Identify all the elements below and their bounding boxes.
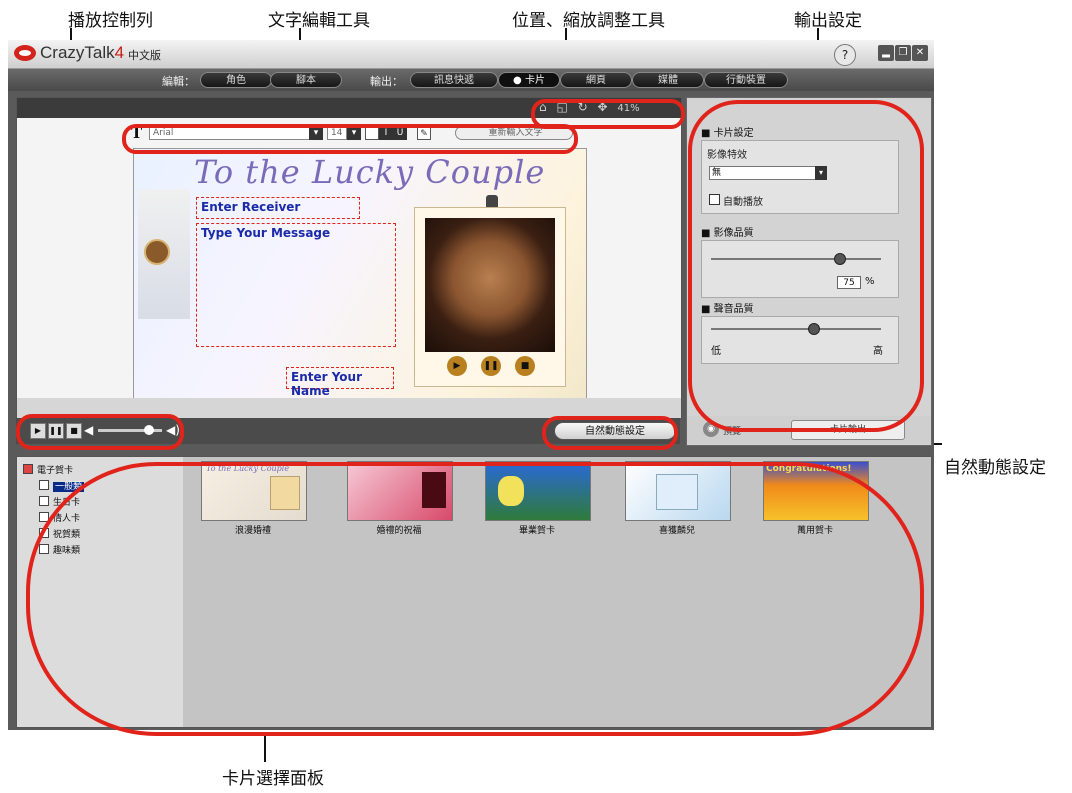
photo-frame: ▶ ❚❚ ■ — [414, 207, 566, 387]
ring-natural-motion — [542, 416, 678, 450]
annotation-playback-control: 播放控制列 — [68, 11, 153, 31]
restore-icon[interactable]: ❐ — [895, 45, 911, 61]
annotation-position-tools: 位置、縮放調整工具 — [512, 11, 665, 31]
message-field[interactable]: Type Your Message — [196, 223, 396, 347]
annotation-line-card-panel — [264, 734, 266, 762]
app-edition: 中文版 — [128, 49, 161, 62]
tab-media[interactable]: 媒體 — [632, 72, 704, 88]
logo-version: 4 — [114, 43, 125, 62]
annotation-natural-motion: 自然動態設定 — [944, 458, 1046, 478]
annotation-output-settings: 輸出設定 — [794, 11, 862, 31]
annotation-text-tools: 文字編輯工具 — [268, 11, 370, 31]
ring-card-panel — [26, 462, 924, 736]
crazytalk-logo-icon — [14, 45, 36, 61]
edit-label: 編輯： — [162, 75, 195, 88]
minimize-icon[interactable]: ▂ — [878, 45, 894, 61]
tab-card-label: 卡片 — [524, 75, 545, 86]
greeting-card-preview: To the Lucky Couple Enter Receiver Type … — [133, 148, 587, 408]
help-button[interactable]: ? — [834, 44, 856, 66]
tab-card[interactable]: ● 卡片 — [498, 72, 560, 88]
close-icon[interactable]: ✕ — [912, 45, 928, 61]
card-title[interactable]: To the Lucky Couple — [194, 153, 545, 191]
annotation-card-panel: 卡片選擇面板 — [222, 769, 324, 789]
name-field[interactable]: Enter Your Name — [286, 367, 394, 398]
receiver-field[interactable]: Enter Receiver — [196, 197, 360, 219]
card-pause-icon[interactable]: ❚❚ — [481, 356, 501, 376]
folder-icon — [23, 464, 33, 474]
tree-item-icon — [39, 496, 49, 506]
tree-root-label: 電子賀卡 — [37, 466, 74, 476]
tree-item-icon — [39, 480, 49, 490]
card-play-icon[interactable]: ▶ — [447, 356, 467, 376]
logo-name: CrazyTalk — [40, 43, 115, 62]
tree-root[interactable]: 電子賀卡 — [23, 463, 73, 476]
title-bar: CrazyTalk4 中文版 ? ▂ ❐ ✕ — [8, 40, 934, 69]
ring-position-tools — [531, 99, 685, 129]
character-photo[interactable] — [425, 218, 555, 352]
card-stop-icon[interactable]: ■ — [515, 356, 535, 376]
app-logo-text: CrazyTalk4 — [40, 43, 124, 63]
output-label: 輸出： — [370, 75, 403, 88]
menu-bar: 編輯： 角色 腳本 輸出： 訊息快遞 ● 卡片 網頁 媒體 行動裝置 — [8, 69, 934, 91]
tab-script[interactable]: 腳本 — [270, 72, 342, 88]
tab-webpage[interactable]: 網頁 — [560, 72, 632, 88]
tab-mobile[interactable]: 行動裝置 — [704, 72, 788, 88]
ring-output-settings — [688, 100, 924, 432]
ring-playback-control — [16, 414, 184, 450]
ring-text-tools — [122, 124, 578, 154]
clock-icon — [144, 239, 170, 265]
tab-character[interactable]: 角色 — [200, 72, 272, 88]
tab-message[interactable]: 訊息快遞 — [410, 72, 498, 88]
